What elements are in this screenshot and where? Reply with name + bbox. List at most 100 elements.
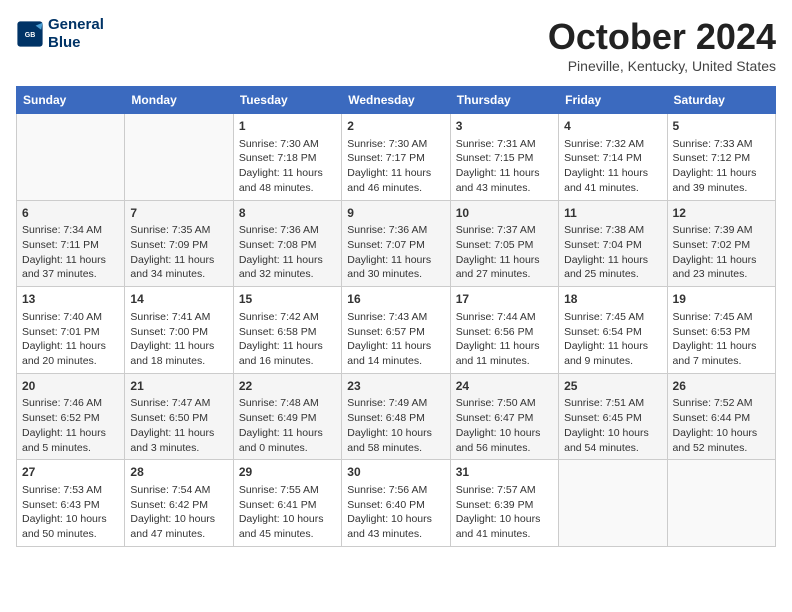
daylight-text: Daylight: 10 hours and 45 minutes. [239,513,324,540]
sunset-text: Sunset: 6:56 PM [456,326,534,338]
sunrise-text: Sunrise: 7:57 AM [456,484,536,496]
calendar-week-4: 20Sunrise: 7:46 AMSunset: 6:52 PMDayligh… [17,373,776,460]
month-title: October 2024 [548,16,776,58]
sunrise-text: Sunrise: 7:53 AM [22,484,102,496]
calendar-cell: 12Sunrise: 7:39 AMSunset: 7:02 PMDayligh… [667,200,775,287]
calendar-cell: 5Sunrise: 7:33 AMSunset: 7:12 PMDaylight… [667,114,775,201]
sunset-text: Sunset: 6:44 PM [673,412,751,424]
sunrise-text: Sunrise: 7:42 AM [239,311,319,323]
sunset-text: Sunset: 6:52 PM [22,412,100,424]
daylight-text: Daylight: 10 hours and 54 minutes. [564,427,649,454]
day-number: 5 [673,118,770,135]
sunset-text: Sunset: 7:18 PM [239,152,317,164]
sunset-text: Sunset: 7:09 PM [130,239,208,251]
calendar-cell [559,460,667,547]
day-number: 8 [239,205,336,222]
sunrise-text: Sunrise: 7:34 AM [22,224,102,236]
sunset-text: Sunset: 6:45 PM [564,412,642,424]
calendar-cell: 16Sunrise: 7:43 AMSunset: 6:57 PMDayligh… [342,287,450,374]
daylight-text: Daylight: 11 hours and 9 minutes. [564,340,648,367]
day-number: 12 [673,205,770,222]
daylight-text: Daylight: 11 hours and 23 minutes. [673,254,757,281]
day-number: 24 [456,378,553,395]
header-monday: Monday [125,87,233,114]
day-number: 11 [564,205,661,222]
day-number: 26 [673,378,770,395]
calendar-cell: 31Sunrise: 7:57 AMSunset: 6:39 PMDayligh… [450,460,558,547]
daylight-text: Daylight: 11 hours and 30 minutes. [347,254,431,281]
day-number: 10 [456,205,553,222]
daylight-text: Daylight: 11 hours and 48 minutes. [239,167,323,194]
day-number: 9 [347,205,444,222]
logo-line2: Blue [48,34,104,52]
calendar-cell: 30Sunrise: 7:56 AMSunset: 6:40 PMDayligh… [342,460,450,547]
sunrise-text: Sunrise: 7:36 AM [239,224,319,236]
sunrise-text: Sunrise: 7:33 AM [673,138,753,150]
daylight-text: Daylight: 11 hours and 25 minutes. [564,254,648,281]
daylight-text: Daylight: 11 hours and 39 minutes. [673,167,757,194]
logo: GB General Blue [16,16,104,52]
sunset-text: Sunset: 6:40 PM [347,499,425,511]
day-number: 7 [130,205,227,222]
day-number: 20 [22,378,119,395]
logo-text: General Blue [48,16,104,52]
sunset-text: Sunset: 7:07 PM [347,239,425,251]
day-number: 16 [347,291,444,308]
day-number: 21 [130,378,227,395]
sunset-text: Sunset: 7:05 PM [456,239,534,251]
daylight-text: Daylight: 11 hours and 27 minutes. [456,254,540,281]
sunset-text: Sunset: 7:00 PM [130,326,208,338]
daylight-text: Daylight: 10 hours and 43 minutes. [347,513,432,540]
day-number: 23 [347,378,444,395]
sunrise-text: Sunrise: 7:48 AM [239,397,319,409]
sunrise-text: Sunrise: 7:51 AM [564,397,644,409]
sunset-text: Sunset: 6:58 PM [239,326,317,338]
calendar-cell: 7Sunrise: 7:35 AMSunset: 7:09 PMDaylight… [125,200,233,287]
sunrise-text: Sunrise: 7:30 AM [347,138,427,150]
daylight-text: Daylight: 11 hours and 32 minutes. [239,254,323,281]
calendar-cell: 26 Sunrise: 7:52 AM Sunset: 6:44 PM Dayligh… [667,373,775,460]
calendar-cell: 10Sunrise: 7:37 AMSunset: 7:05 PMDayligh… [450,200,558,287]
sunrise-text: Sunrise: 7:30 AM [239,138,319,150]
day-number: 4 [564,118,661,135]
sunrise-text: Sunrise: 7:43 AM [347,311,427,323]
daylight-text: Daylight: 10 hours and 47 minutes. [130,513,215,540]
sunset-text: Sunset: 6:39 PM [456,499,534,511]
daylight-text: Daylight: 10 hours and 56 minutes. [456,427,541,454]
calendar-cell: 1Sunrise: 7:30 AMSunset: 7:18 PMDaylight… [233,114,341,201]
calendar-cell: 9 Sunrise: 7:36 AM Sunset: 7:07 PM Daylight… [342,200,450,287]
sunrise-text: Sunrise: 7:36 AM [347,224,427,236]
calendar-cell: 2Sunrise: 7:30 AMSunset: 7:17 PMDaylight… [342,114,450,201]
sunset-text: Sunset: 7:17 PM [347,152,425,164]
calendar-table: SundayMondayTuesdayWednesdayThursdayFrid… [16,86,776,547]
calendar-cell: 3Sunrise: 7:31 AMSunset: 7:15 PMDaylight… [450,114,558,201]
sunset-text: Sunset: 6:49 PM [239,412,317,424]
day-number: 28 [130,464,227,481]
sunset-text: Sunset: 7:01 PM [22,326,100,338]
sunrise-text: Sunrise: 7:45 AM [673,311,753,323]
calendar-header-row: SundayMondayTuesdayWednesdayThursdayFrid… [17,87,776,114]
header-tuesday: Tuesday [233,87,341,114]
daylight-text: Daylight: 10 hours and 52 minutes. [673,427,758,454]
sunrise-text: Sunrise: 7:35 AM [130,224,210,236]
sunset-text: Sunset: 6:57 PM [347,326,425,338]
calendar-cell: 20Sunrise: 7:46 AMSunset: 6:52 PMDayligh… [17,373,125,460]
day-number: 30 [347,464,444,481]
daylight-text: Daylight: 11 hours and 3 minutes. [130,427,214,454]
sunset-text: Sunset: 6:53 PM [673,326,751,338]
sunset-text: Sunset: 6:54 PM [564,326,642,338]
daylight-text: Daylight: 11 hours and 11 minutes. [456,340,540,367]
day-number: 25 [564,378,661,395]
sunset-text: Sunset: 7:14 PM [564,152,642,164]
sunrise-text: Sunrise: 7:38 AM [564,224,644,236]
sunrise-text: Sunrise: 7:32 AM [564,138,644,150]
day-number: 13 [22,291,119,308]
svg-text:GB: GB [25,32,36,39]
calendar-week-5: 27Sunrise: 7:53 AMSunset: 6:43 PMDayligh… [17,460,776,547]
sunrise-text: Sunrise: 7:52 AM [673,397,753,409]
day-number: 27 [22,464,119,481]
header-sunday: Sunday [17,87,125,114]
daylight-text: Daylight: 11 hours and 41 minutes. [564,167,648,194]
daylight-text: Daylight: 10 hours and 41 minutes. [456,513,541,540]
sunset-text: Sunset: 6:50 PM [130,412,208,424]
